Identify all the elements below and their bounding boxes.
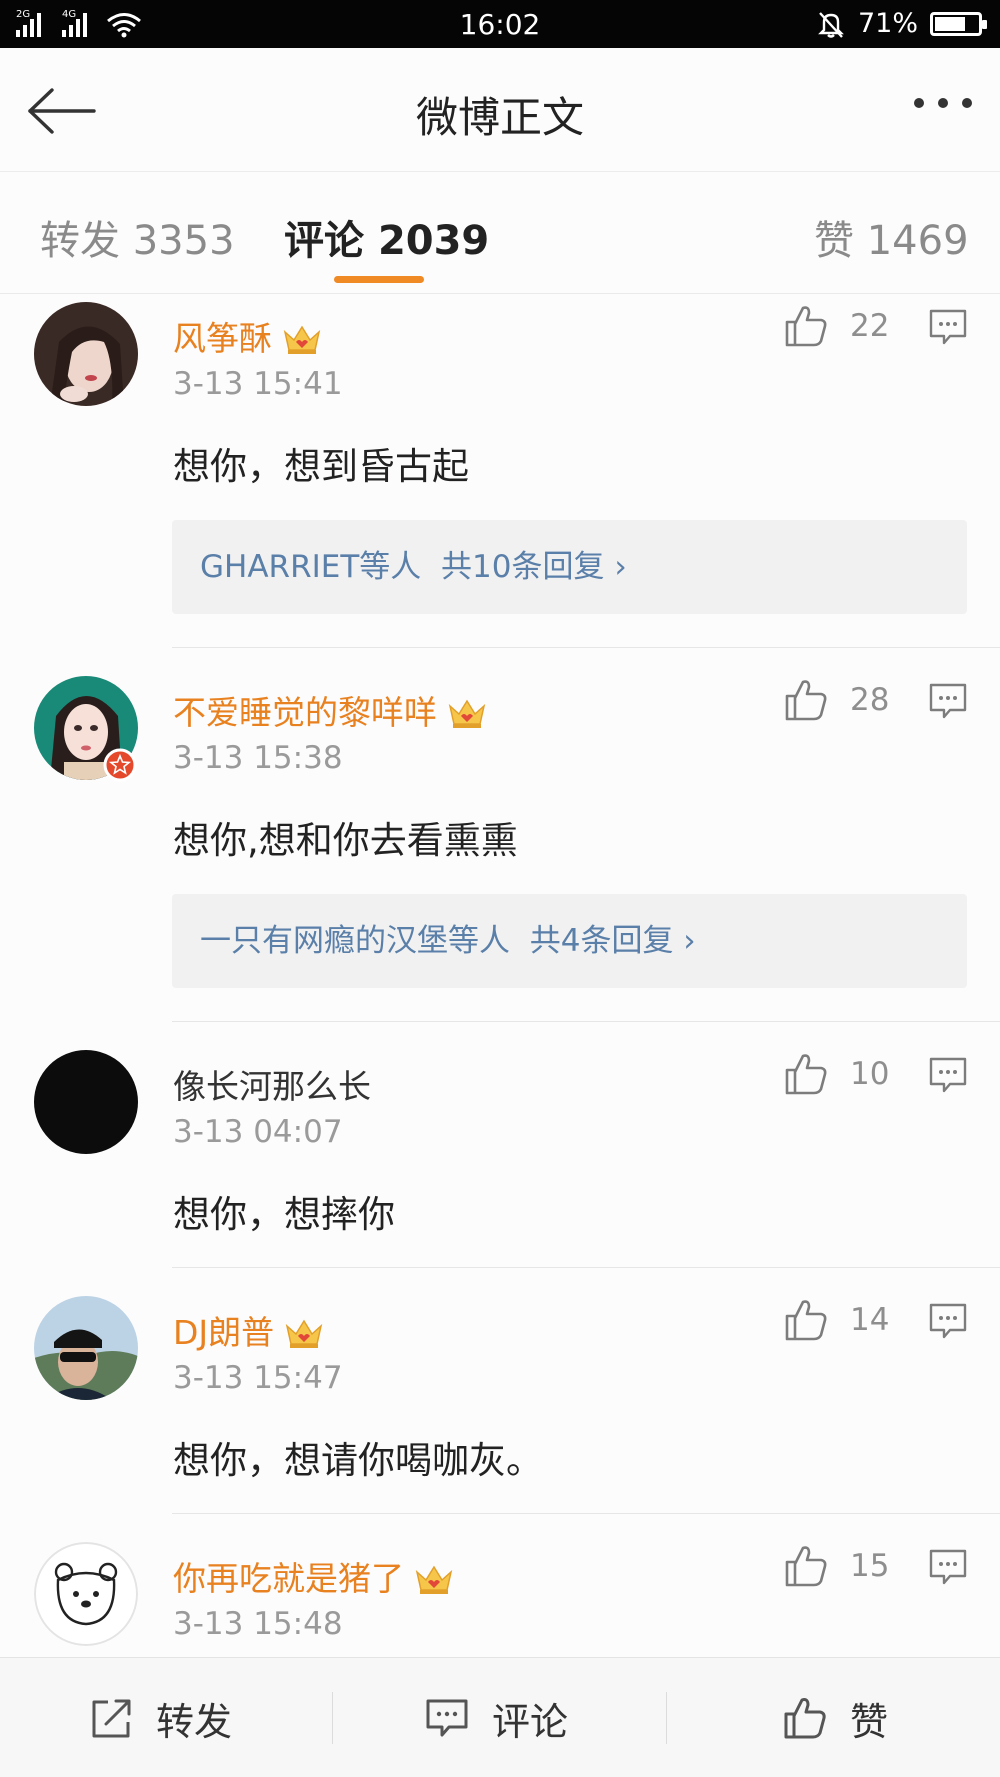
comment-text: 想你，想摔你 <box>173 1193 395 1236</box>
like-count: 22 <box>850 308 890 344</box>
thumbs-up-icon[interactable] <box>783 1298 829 1342</box>
comment-item: 像长河那么长 3-13 04:07 想你，想摔你 10 <box>0 1048 1000 1268</box>
battery-icon <box>930 11 987 36</box>
comment-time: 3-13 15:38 <box>173 740 343 776</box>
vip-crown-icon <box>285 1319 323 1348</box>
thumbs-up-icon[interactable] <box>783 1544 829 1588</box>
comment-time: 3-13 04:07 <box>173 1114 343 1150</box>
tab-label: 转发 <box>40 218 120 264</box>
verified-badge-icon <box>103 748 137 782</box>
comment-item: 你再吃就是猪了 3-13 15:48 15 <box>0 1540 1000 1657</box>
tab-comments[interactable]: 评论 2039 <box>284 208 489 266</box>
comment-time: 3-13 15:48 <box>173 1606 343 1642</box>
comment-icon <box>426 1699 468 1737</box>
mute-bell-icon <box>818 11 844 38</box>
divider <box>172 1513 1000 1514</box>
vip-crown-icon <box>283 325 321 354</box>
comment-item: DJ朗普 3-13 15:47 想你，想请你喝咖灰。 14 <box>0 1294 1000 1514</box>
tab-label: 赞 <box>814 218 854 264</box>
battery-percent: 71% <box>857 8 918 39</box>
avatar[interactable] <box>34 1296 138 1400</box>
tab-reposts[interactable]: 转发 3353 <box>40 208 235 266</box>
thumbs-up-icon[interactable] <box>783 678 829 722</box>
page-title: 微博正文 <box>415 93 584 142</box>
comment-text: 想你，想请你喝咖灰。 <box>173 1439 543 1482</box>
divider <box>172 1021 1000 1022</box>
tab-count: 2039 <box>377 218 490 264</box>
comment-time: 3-13 15:41 <box>173 366 343 402</box>
thumbs-up-icon <box>784 1698 826 1739</box>
comment-icon[interactable] <box>928 1302 968 1340</box>
thumbs-up-icon[interactable] <box>783 304 829 348</box>
reply-count: 共4条回复 › <box>529 923 696 959</box>
tab-bar: 转发 3353 评论 2039 赞 1469 <box>0 172 1000 294</box>
user-name[interactable]: 你再吃就是猪了 <box>173 1552 454 1600</box>
like-count: 15 <box>850 1548 890 1584</box>
share-icon <box>92 1699 131 1738</box>
divider <box>172 647 1000 648</box>
thumbs-up-icon[interactable] <box>783 1052 829 1096</box>
tab-label: 评论 <box>284 218 364 264</box>
repost-button[interactable]: 转发 <box>88 1658 232 1777</box>
divider <box>666 1692 667 1744</box>
comment-icon[interactable] <box>928 1056 968 1094</box>
user-name-text: 像长河那么长 <box>173 1067 371 1106</box>
comment-text: 想你，想到昏古起 <box>173 445 469 488</box>
comment-time: 3-13 15:47 <box>173 1360 343 1396</box>
like-label: 赞 <box>850 1699 889 1744</box>
user-name[interactable]: 不爱睡觉的黎咩咩 <box>173 686 487 734</box>
status-bar: 2G 4G 16:02 71% <box>0 0 1000 48</box>
avatar[interactable] <box>34 1050 138 1154</box>
comment-label: 评论 <box>492 1699 569 1744</box>
battery-level-fill <box>935 16 965 31</box>
user-name[interactable]: 像长河那么长 <box>173 1060 371 1108</box>
active-tab-indicator <box>334 276 424 283</box>
comment-item: 不爱睡觉的黎咩咩 3-13 15:38 想你,想和你去看熏熏 28 一只有网瘾的… <box>0 674 1000 1022</box>
like-button[interactable]: 赞 <box>782 1658 888 1777</box>
like-count: 10 <box>850 1056 890 1092</box>
tab-likes[interactable]: 赞 1469 <box>814 208 969 266</box>
vip-crown-icon <box>415 1565 453 1594</box>
comment-item: 风筝酥 3-13 15:41 想你，想到昏古起 22 GHARRIET等人 共1… <box>0 300 1000 648</box>
like-count: 14 <box>850 1302 890 1338</box>
divider <box>332 1692 333 1744</box>
like-count: 28 <box>850 682 890 718</box>
user-name-text: 不爱睡觉的黎咩咩 <box>173 693 437 732</box>
user-name[interactable]: 风筝酥 <box>173 312 322 360</box>
tab-count: 1469 <box>866 218 969 264</box>
user-name-text: 你再吃就是猪了 <box>173 1559 404 1598</box>
comment-icon[interactable] <box>928 308 968 346</box>
reply-users: 一只有网瘾的汉堡等人 <box>200 923 510 959</box>
user-name[interactable]: DJ朗普 <box>173 1306 324 1354</box>
avatar[interactable] <box>34 302 138 406</box>
divider <box>172 1267 1000 1268</box>
reply-users: GHARRIET等人 <box>200 549 422 585</box>
comment-text: 想你,想和你去看熏熏 <box>173 819 518 862</box>
user-name-text: DJ朗普 <box>173 1313 275 1352</box>
replies-preview[interactable]: 一只有网瘾的汉堡等人 共4条回复 › <box>172 894 967 988</box>
more-dots-icon[interactable] <box>914 98 972 108</box>
repost-label: 转发 <box>156 1699 233 1744</box>
weibo-post-screen: 2G 4G 16:02 71% 微博正文 转发 3353 评论 2039 赞 1… <box>0 0 1000 1777</box>
vip-crown-icon <box>448 699 486 728</box>
replies-preview[interactable]: GHARRIET等人 共10条回复 › <box>172 520 967 614</box>
comment-icon[interactable] <box>928 1548 968 1586</box>
comment-icon[interactable] <box>928 682 968 720</box>
user-name-text: 风筝酥 <box>173 319 272 358</box>
comment-button[interactable]: 评论 <box>424 1658 568 1777</box>
nav-bar: 微博正文 <box>0 48 1000 172</box>
reply-count: 共10条回复 › <box>441 549 627 585</box>
tab-count: 3353 <box>132 218 235 264</box>
avatar[interactable] <box>34 1542 138 1646</box>
bottom-action-bar: 转发 评论 赞 <box>0 1657 1000 1777</box>
